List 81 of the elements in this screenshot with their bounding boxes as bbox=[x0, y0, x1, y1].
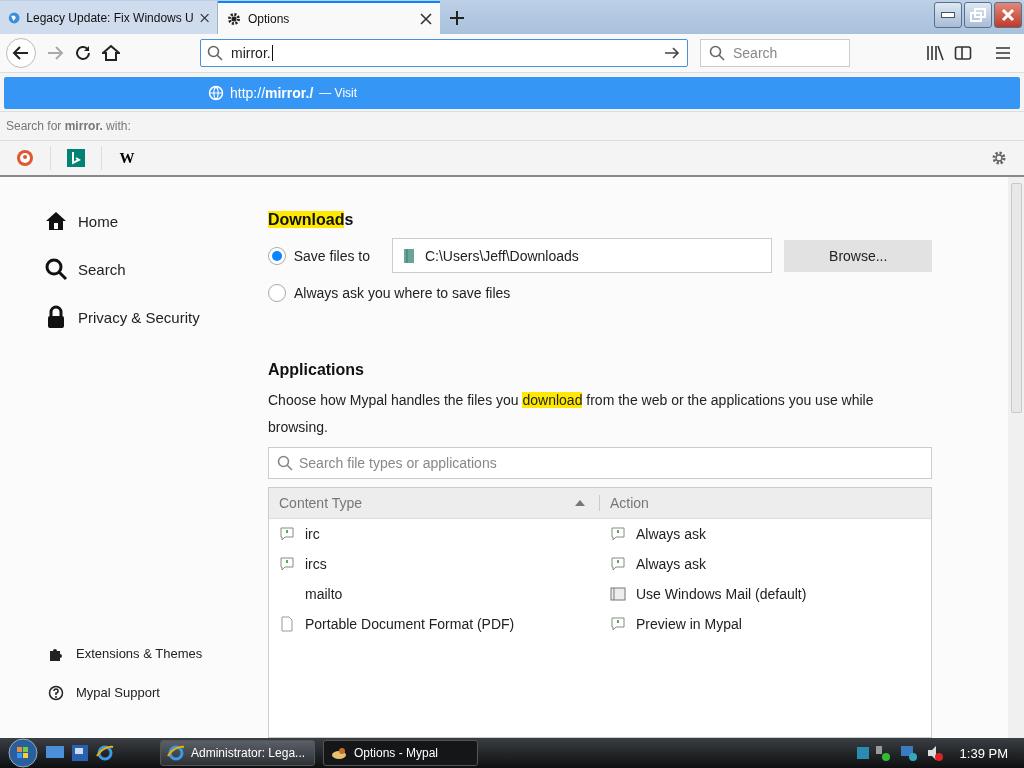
restore-icon bbox=[970, 8, 986, 22]
sidebar-icon[interactable] bbox=[954, 44, 972, 62]
section-heading: Applications bbox=[268, 361, 365, 379]
chat-icon bbox=[279, 526, 295, 542]
plus-icon bbox=[449, 10, 465, 26]
sidebar-item[interactable]: Home bbox=[78, 212, 118, 230]
search-hint: Search for mirror. with: bbox=[6, 119, 131, 133]
sidebar-link[interactable]: Extensions & Themes bbox=[76, 646, 203, 661]
folder-field[interactable]: C:\Users\Jeff\Downloads bbox=[392, 238, 773, 273]
chat-icon bbox=[279, 556, 295, 572]
sidebar-item[interactable]: Privacy & Security bbox=[78, 308, 200, 326]
content-type-cell: ircs bbox=[305, 556, 327, 572]
sidebar-link[interactable]: Mypal Support bbox=[76, 685, 160, 700]
start-orb-icon[interactable] bbox=[8, 738, 38, 768]
muted-speaker-icon[interactable] bbox=[925, 744, 944, 762]
library-icon[interactable] bbox=[926, 44, 944, 62]
suggestion-url: http://mirror./ bbox=[230, 85, 314, 101]
desktop-icon[interactable] bbox=[46, 746, 64, 760]
action-cell[interactable]: Use Windows Mail (default) bbox=[636, 586, 807, 602]
help-icon[interactable] bbox=[48, 684, 64, 701]
minimize-icon bbox=[941, 12, 955, 18]
menu-icon[interactable] bbox=[994, 44, 1012, 62]
description-text: Choose how Mypal handles the files you download from the web or the applications you use while browsing. bbox=[268, 391, 875, 437]
radio-label: Save files to bbox=[293, 247, 370, 264]
document-icon bbox=[279, 616, 295, 632]
column-header[interactable]: Action bbox=[610, 495, 649, 511]
taskbar-button[interactable]: Options - Mypal bbox=[323, 740, 478, 766]
scrollbar[interactable] bbox=[1008, 177, 1024, 738]
taskbar-button[interactable]: Administrator: Lega... bbox=[160, 740, 315, 766]
back-arrow-icon bbox=[12, 44, 30, 62]
reload-icon[interactable] bbox=[74, 44, 92, 62]
radio-button[interactable] bbox=[268, 283, 286, 302]
windows-switch-icon[interactable] bbox=[72, 745, 88, 761]
ie-icon bbox=[167, 744, 185, 762]
restore-button[interactable] bbox=[964, 2, 992, 28]
duck-icon[interactable] bbox=[16, 149, 34, 167]
globe-icon bbox=[208, 85, 224, 101]
filter-field[interactable]: Search file types or applications bbox=[268, 447, 932, 479]
visit-label: — Visit bbox=[319, 86, 358, 100]
action-cell[interactable]: Preview in Mypal bbox=[636, 616, 742, 632]
folder-icon bbox=[403, 247, 415, 264]
action-cell[interactable]: Always ask bbox=[636, 556, 707, 572]
minimize-button[interactable] bbox=[934, 2, 962, 28]
sidebar-item[interactable]: Search bbox=[78, 260, 126, 278]
home-icon[interactable] bbox=[44, 209, 68, 233]
radio-button[interactable] bbox=[268, 246, 286, 265]
chat-icon bbox=[610, 526, 626, 542]
network-icon[interactable] bbox=[899, 744, 918, 762]
close-icon[interactable] bbox=[199, 11, 209, 24]
content-type-cell: irc bbox=[305, 526, 320, 542]
window-icon bbox=[610, 586, 626, 602]
action-cell[interactable]: Always ask bbox=[636, 526, 707, 542]
content-type-cell: Portable Document Format (PDF) bbox=[305, 616, 515, 632]
section-heading: Downloads bbox=[268, 211, 355, 229]
ie-icon[interactable] bbox=[96, 744, 114, 762]
search-icon bbox=[277, 455, 293, 471]
content-type-cell: mailto bbox=[305, 586, 343, 602]
close-icon[interactable] bbox=[420, 12, 432, 25]
wikipedia-button[interactable]: W bbox=[102, 146, 152, 170]
column-header[interactable]: Content Type bbox=[279, 495, 363, 511]
home-icon[interactable] bbox=[102, 44, 120, 62]
settings-icon[interactable] bbox=[990, 149, 1008, 167]
back-button[interactable] bbox=[6, 38, 36, 68]
close-icon bbox=[1001, 8, 1015, 22]
browser-tab[interactable]: Options bbox=[218, 1, 440, 34]
radio-label: Always ask you where to save files bbox=[294, 284, 511, 301]
browse-button[interactable]: Browse... bbox=[784, 239, 932, 272]
chat-icon bbox=[610, 616, 626, 632]
clock[interactable]: 1:39 PM bbox=[959, 745, 1008, 761]
close-button[interactable] bbox=[994, 2, 1022, 28]
browser-tab[interactable]: Legacy Update: Fix Windows U bbox=[0, 1, 218, 34]
search-icon bbox=[207, 45, 223, 61]
search-field[interactable]: Search bbox=[700, 39, 850, 67]
bing-icon[interactable] bbox=[67, 149, 85, 167]
url-field[interactable]: mirror. bbox=[200, 39, 688, 67]
gear-icon bbox=[226, 10, 242, 27]
search-icon[interactable] bbox=[44, 257, 68, 281]
sort-ascending-icon bbox=[575, 500, 585, 506]
chat-icon bbox=[610, 556, 626, 572]
tray-app-icon[interactable] bbox=[855, 744, 892, 762]
search-icon bbox=[709, 45, 725, 61]
